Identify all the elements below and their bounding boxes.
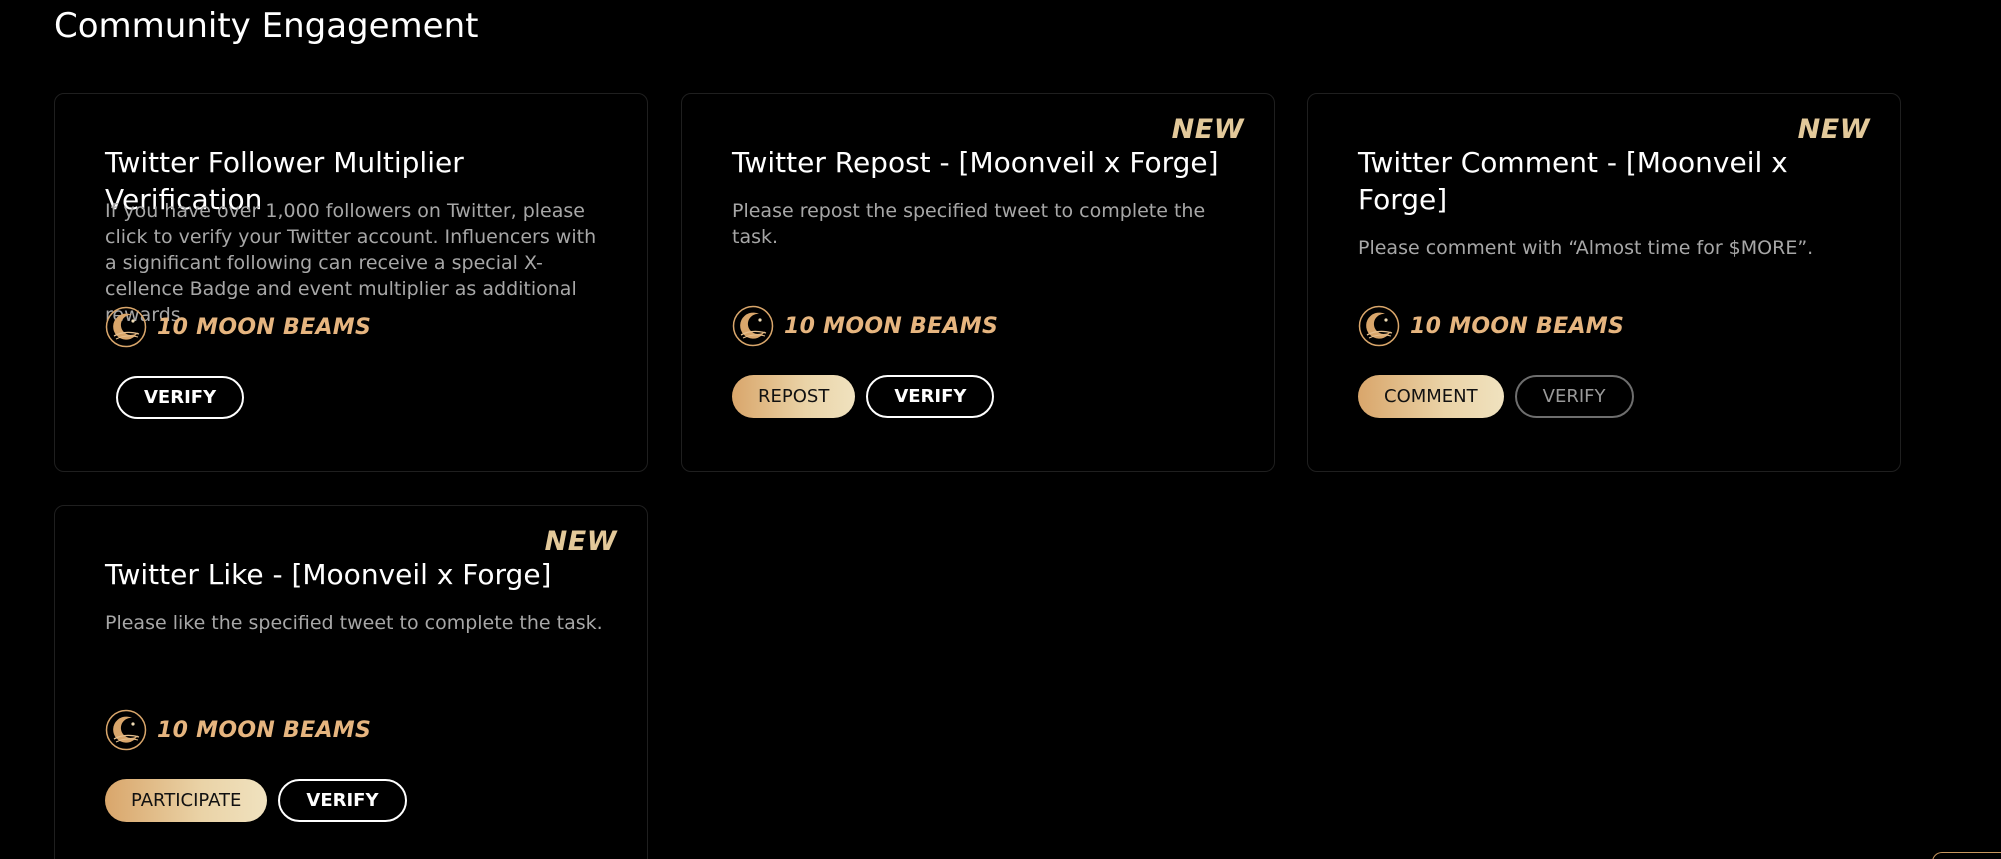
section-title: Community Engagement — [54, 6, 479, 46]
verify-button[interactable]: VERIFY — [116, 376, 245, 419]
moon-beam-icon — [105, 709, 147, 751]
button-row: REPOST VERIFY — [732, 375, 995, 418]
new-badge: NEW — [1797, 114, 1870, 145]
new-badge: NEW — [544, 526, 617, 557]
moon-beam-icon — [105, 306, 147, 348]
new-badge: NEW — [1171, 114, 1244, 145]
reward-amount: 10 MOON BEAMS — [157, 314, 372, 340]
reward: 10 MOON BEAMS — [1358, 305, 1624, 347]
card-title: Twitter Comment - [Moonveil x Forge] — [1358, 146, 1788, 216]
task-card-twitter-like: NEW Twitter Like - [Moonveil x Forge] Pl… — [54, 505, 648, 859]
comment-button[interactable]: COMMENT — [1358, 375, 1504, 418]
task-card-twitter-repost: NEW Twitter Repost - [Moonveil x Forge] … — [681, 93, 1275, 472]
reward-amount: 10 MOON BEAMS — [1410, 313, 1625, 339]
card-description: Please like the specified tweet to compl… — [105, 612, 603, 634]
reward-amount: 10 MOON BEAMS — [157, 717, 372, 743]
button-row: PARTICIPATE VERIFY — [105, 779, 407, 822]
card-title: Twitter Like - [Moonveil x Forge] — [105, 558, 552, 591]
partial-card-edge — [1932, 852, 2001, 859]
card-description: Please comment with “Almost time for $MO… — [1358, 237, 1814, 259]
reward: 10 MOON BEAMS — [732, 305, 998, 347]
reward-amount: 10 MOON BEAMS — [784, 313, 999, 339]
card-description: Please repost the specified tweet to com… — [732, 200, 1206, 248]
repost-button[interactable]: REPOST — [732, 375, 856, 418]
verify-button[interactable]: VERIFY — [278, 779, 407, 822]
button-row: COMMENT VERIFY — [1358, 375, 1634, 418]
moon-beam-icon — [1358, 305, 1400, 347]
button-row: VERIFY — [116, 376, 245, 419]
verify-button[interactable]: VERIFY — [1514, 375, 1634, 418]
task-card-follower-verification: Twitter Follower Multiplier Verification… — [54, 93, 648, 472]
verify-button[interactable]: VERIFY — [866, 375, 995, 418]
community-engagement-page: Community Engagement Twitter Follower Mu… — [0, 0, 2001, 859]
moon-beam-icon — [732, 305, 774, 347]
reward: 10 MOON BEAMS — [105, 709, 371, 751]
task-card-twitter-comment: NEW Twitter Comment - [Moonveil x Forge]… — [1307, 93, 1901, 472]
card-title: Twitter Repost - [Moonveil x Forge] — [732, 146, 1219, 179]
participate-button[interactable]: PARTICIPATE — [105, 779, 268, 822]
reward: 10 MOON BEAMS — [105, 306, 371, 348]
